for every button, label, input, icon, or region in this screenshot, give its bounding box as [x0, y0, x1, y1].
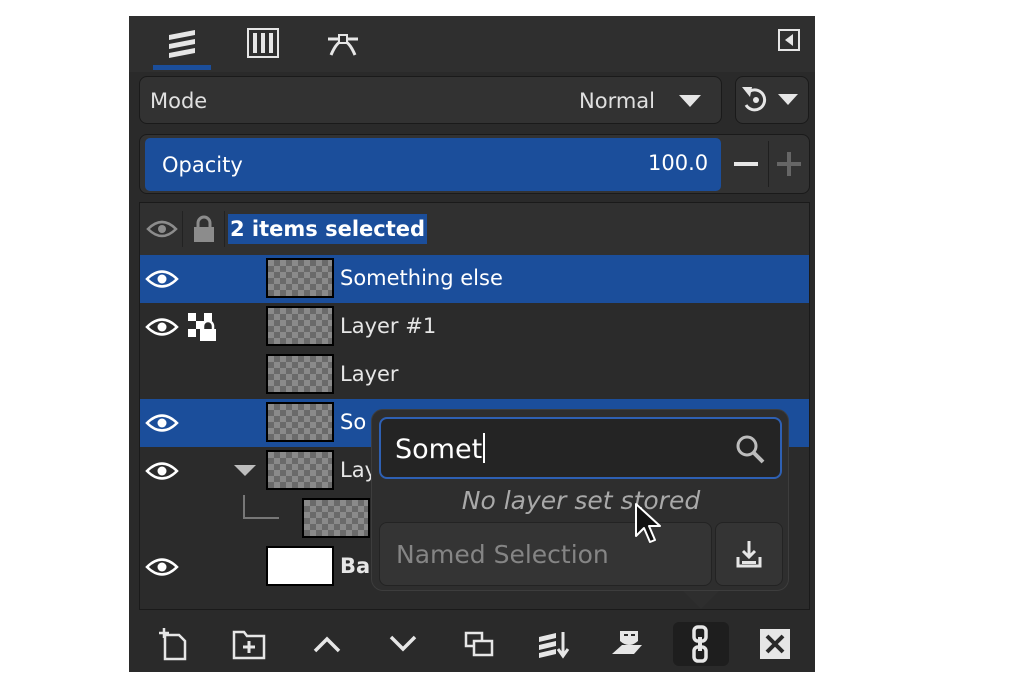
duplicate-layer-button[interactable] — [451, 622, 507, 666]
mode-dropdown[interactable]: Mode Normal — [139, 76, 722, 124]
empty-message: No layer set stored — [461, 486, 701, 515]
lock-alpha-icon[interactable] — [186, 311, 220, 343]
channels-icon — [247, 28, 279, 58]
layer-thumbnail — [266, 402, 334, 442]
tab-channels[interactable] — [234, 16, 292, 70]
layers-button-bar — [129, 614, 815, 672]
mode-value: Normal — [579, 89, 655, 113]
add-mask-button[interactable] — [599, 622, 655, 666]
selection-count-label: 2 items selected — [228, 214, 428, 244]
save-download-icon — [736, 541, 762, 568]
mask-icon — [612, 631, 642, 654]
layer-name: Something else — [340, 266, 503, 290]
layer-thumbnail — [266, 354, 334, 394]
plus-icon — [777, 152, 801, 176]
lock-icon — [194, 215, 214, 242]
new-layer-icon — [159, 628, 187, 661]
expand-group-icon[interactable] — [234, 465, 256, 476]
eye-icon[interactable] — [144, 267, 180, 291]
text-caret — [483, 433, 486, 463]
named-selection-field[interactable]: Named Selection — [379, 522, 712, 586]
layers-list-header: 2 items selected — [140, 203, 809, 256]
layer-name: So — [340, 410, 367, 434]
layer-set-popover: Somet No layer set stored Named Selectio… — [371, 409, 789, 591]
layer-thumbnail — [266, 546, 334, 586]
opacity-value: 100.0 — [648, 151, 709, 175]
layer-name: Layer #1 — [340, 314, 437, 338]
popover-arrow — [682, 590, 720, 609]
eye-icon[interactable] — [144, 411, 180, 435]
eye-icon[interactable] — [144, 459, 180, 483]
layer-row[interactable]: Layer #1 — [140, 303, 809, 351]
minus-icon — [734, 162, 758, 166]
opacity-decrease-button[interactable] — [726, 141, 766, 187]
mode-label: Mode — [150, 89, 208, 113]
dock-tab-bar — [129, 16, 815, 72]
layer-row[interactable]: Layer — [140, 351, 809, 399]
eye-icon[interactable] — [144, 315, 180, 339]
link-chain-icon — [692, 625, 708, 663]
tab-paths[interactable] — [314, 16, 372, 70]
delete-icon — [760, 629, 790, 659]
layer-thumbnail — [266, 306, 334, 346]
layer-thumbnail — [302, 498, 370, 538]
mouse-pointer-icon — [635, 503, 661, 543]
store-selection-button[interactable] — [715, 522, 783, 586]
delete-layer-button[interactable] — [747, 622, 803, 666]
new-group-icon — [232, 630, 266, 660]
dock-menu-button[interactable] — [775, 26, 803, 54]
merge-down-button[interactable] — [525, 622, 581, 666]
link-layers-button[interactable] — [673, 622, 729, 666]
layers-icon — [169, 30, 195, 58]
paths-icon — [328, 34, 358, 56]
chevron-down-icon — [679, 95, 701, 107]
merge-down-icon — [539, 632, 570, 659]
layer-thumbnail — [266, 450, 334, 490]
raise-layer-button[interactable] — [299, 622, 355, 666]
layer-search-input[interactable]: Somet — [379, 417, 782, 479]
chevron-down-icon — [389, 635, 417, 652]
new-group-button[interactable] — [221, 622, 277, 666]
chevron-up-icon — [313, 636, 341, 653]
lower-layer-button[interactable] — [375, 622, 431, 666]
visibility-column-toggle[interactable] — [142, 211, 183, 247]
reset-icon — [742, 87, 798, 112]
layer-row[interactable]: Something else — [140, 255, 809, 303]
eye-icon — [146, 220, 178, 238]
layer-thumbnail — [266, 258, 334, 298]
lock-column-toggle[interactable] — [184, 211, 225, 247]
new-layer-button[interactable] — [145, 622, 201, 666]
search-text: Somet — [395, 433, 486, 465]
eye-icon[interactable] — [144, 555, 180, 579]
opacity-spin-scale[interactable]: Opacity 100.0 — [139, 134, 810, 194]
layer-name: Layer — [340, 362, 399, 386]
tab-menu-icon — [778, 29, 800, 51]
opacity-label: Opacity — [162, 153, 243, 177]
tab-layers[interactable] — [153, 16, 211, 70]
duplicate-icon — [464, 631, 494, 657]
opacity-increase-button[interactable] — [768, 141, 809, 187]
named-selection-placeholder: Named Selection — [396, 540, 609, 569]
tree-connector — [243, 495, 279, 519]
composite-mode-button[interactable] — [735, 76, 809, 124]
search-icon — [736, 435, 765, 464]
